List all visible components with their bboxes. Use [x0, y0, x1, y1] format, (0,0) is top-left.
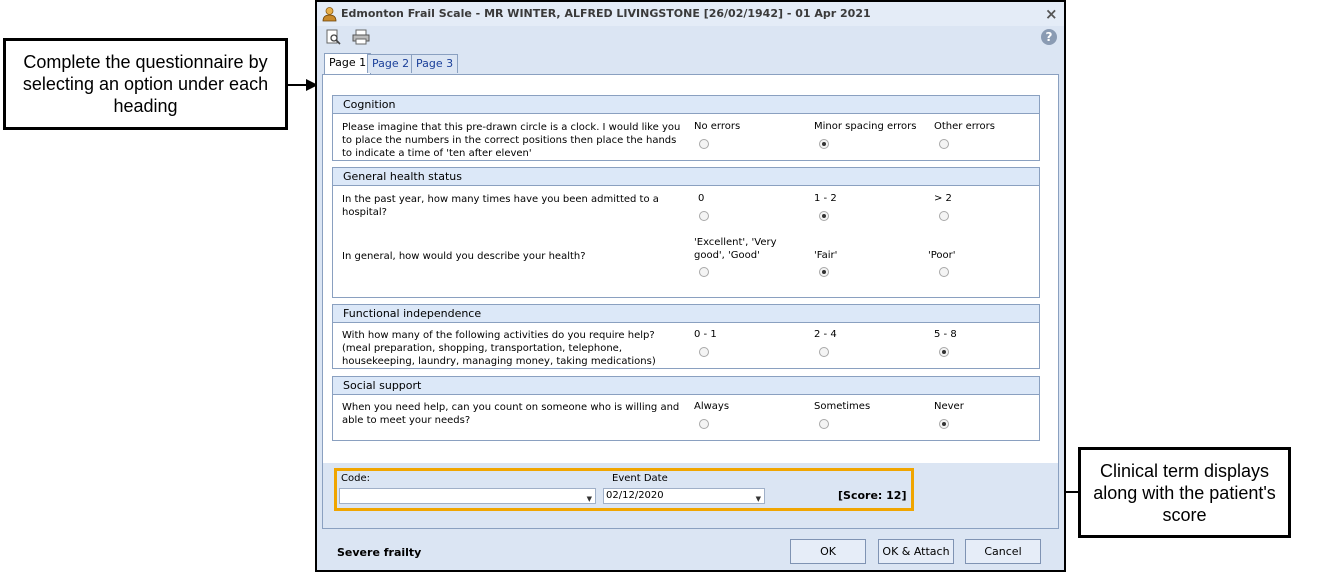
tab-page-2[interactable]: Page 2	[367, 54, 415, 73]
radio-activities-0-1[interactable]	[699, 347, 709, 357]
section-functional-independence: Functional independence With how many of…	[332, 304, 1040, 369]
frail-scale-dialog: Edmonton Frail Scale - MR WINTER, ALFRED…	[315, 0, 1066, 572]
option-label: 'Fair'	[814, 250, 838, 261]
window-title: Edmonton Frail Scale - MR WINTER, ALFRED…	[341, 7, 871, 20]
close-icon[interactable]: ×	[1045, 5, 1058, 23]
preview-icon[interactable]	[325, 29, 343, 45]
question-text: In the past year, how many times have yo…	[342, 194, 659, 218]
frailty-status: Severe frailty	[337, 546, 422, 559]
radio-health-fair[interactable]	[819, 267, 829, 277]
radio-support-never[interactable]	[939, 419, 949, 429]
radio-health-good[interactable]	[699, 267, 709, 277]
radio-support-sometimes[interactable]	[819, 419, 829, 429]
score-display: [Score: 12]	[838, 489, 907, 502]
radio-admissions-more-2[interactable]	[939, 211, 949, 221]
question-text: Please imagine that this pre-drawn circl…	[342, 122, 681, 159]
radio-admissions-0[interactable]	[699, 211, 709, 221]
option-label: Always	[694, 401, 730, 412]
option-label: 'Poor'	[928, 250, 956, 261]
tab-page-1[interactable]: Page 1	[324, 53, 372, 75]
ok-button[interactable]: OK	[790, 539, 866, 564]
section-heading: Functional independence	[333, 305, 1039, 323]
help-icon[interactable]: ?	[1041, 29, 1057, 45]
section-heading: Cognition	[333, 96, 1039, 114]
section-cognition: Cognition Please imagine that this pre-d…	[332, 95, 1040, 161]
questionnaire-panel: Cognition Please imagine that this pre-d…	[322, 74, 1059, 529]
option-label: 'Excellent', 'Very good', 'Good'	[694, 237, 777, 261]
question-text: With how many of the following activitie…	[342, 330, 656, 367]
section-social-support: Social support When you need help, can y…	[332, 376, 1040, 441]
chevron-down-icon: ▼	[586, 495, 592, 503]
radio-support-always[interactable]	[699, 419, 709, 429]
event-date-label: Event Date	[612, 473, 668, 484]
callout-questionnaire: Complete the questionnaire by selecting …	[3, 38, 288, 130]
radio-activities-2-4[interactable]	[819, 347, 829, 357]
option-label: > 2	[934, 193, 952, 204]
code-label: Code:	[341, 473, 370, 484]
cancel-button[interactable]: Cancel	[965, 539, 1041, 564]
section-heading: General health status	[333, 168, 1039, 186]
callout-questionnaire-text: Complete the questionnaire by selecting …	[22, 52, 269, 116]
option-label: 2 - 4	[814, 329, 837, 340]
radio-health-poor[interactable]	[939, 267, 949, 277]
radio-other-errors[interactable]	[939, 139, 949, 149]
radio-activities-5-8[interactable]	[939, 347, 949, 357]
option-label: 1 - 2	[814, 193, 837, 204]
radio-no-errors[interactable]	[699, 139, 709, 149]
code-dropdown[interactable]: ▼	[339, 488, 596, 504]
callout-score-text: Clinical term displays along with the pa…	[1093, 460, 1276, 525]
option-label: 0 - 1	[694, 329, 717, 340]
radio-minor-spacing-errors[interactable]	[819, 139, 829, 149]
section-heading: Social support	[333, 377, 1039, 395]
ok-attach-button[interactable]: OK & Attach	[878, 539, 954, 564]
option-label: Never	[934, 401, 964, 412]
event-date-picker[interactable]: 02/12/2020 ▼	[603, 488, 765, 504]
radio-admissions-1-2[interactable]	[819, 211, 829, 221]
option-label: 5 - 8	[934, 329, 957, 340]
print-icon[interactable]	[352, 29, 370, 45]
option-label: Sometimes	[814, 401, 871, 412]
user-icon	[322, 7, 337, 22]
tab-page-3[interactable]: Page 3	[411, 54, 459, 73]
question-text: When you need help, can you count on som…	[342, 402, 680, 426]
option-label: No errors	[694, 121, 741, 132]
option-label: Other errors	[934, 121, 995, 132]
question-text: In general, how would you describe your …	[342, 251, 586, 262]
callout-score: Clinical term displays along with the pa…	[1078, 447, 1291, 538]
option-label: Minor spacing errors	[814, 121, 917, 132]
section-general-health: General health status In the past year, …	[332, 167, 1040, 298]
chevron-down-icon: ▼	[755, 495, 761, 503]
title-bar: Edmonton Frail Scale - MR WINTER, ALFRED…	[317, 2, 1064, 26]
event-date-value: 02/12/2020	[606, 490, 664, 501]
option-label: 0	[698, 193, 705, 204]
